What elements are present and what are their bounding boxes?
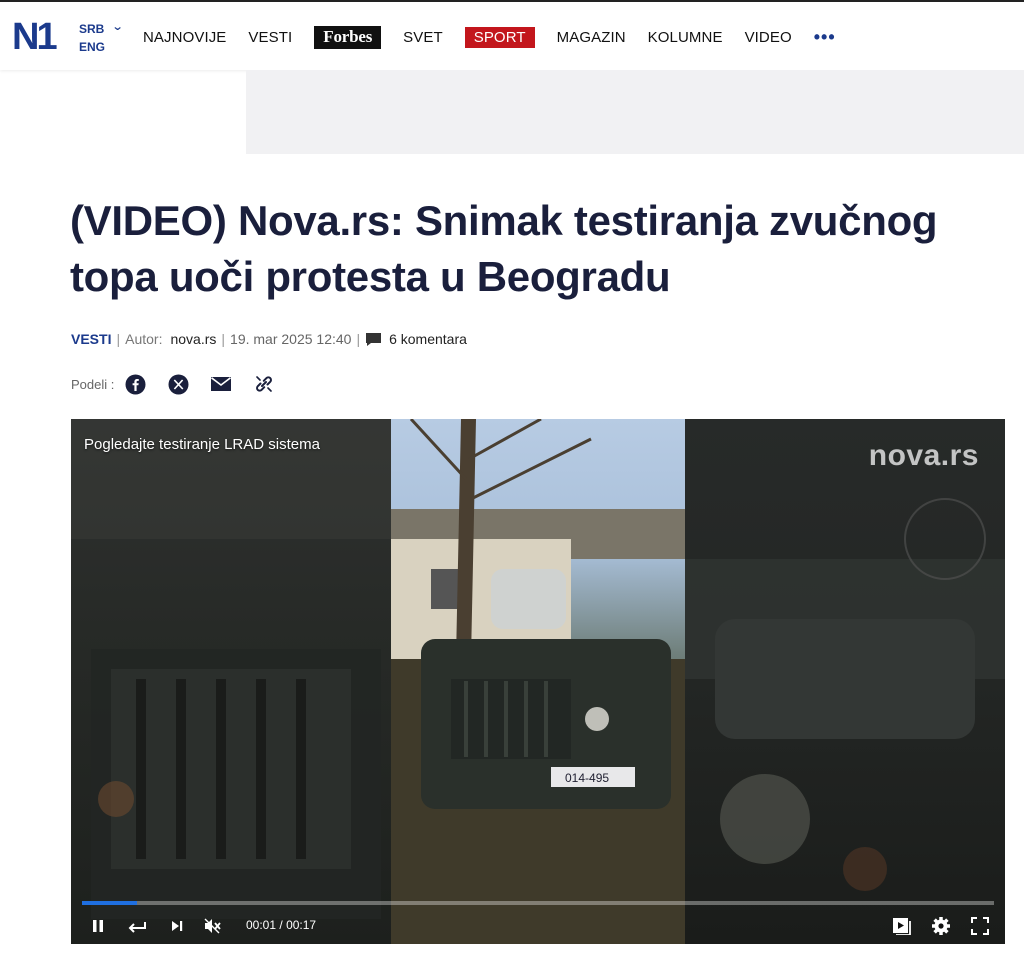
video-controls: 00:01 / 00:17 <box>71 909 1005 944</box>
copy-link-icon[interactable] <box>253 373 275 395</box>
comment-icon[interactable] <box>365 332 382 347</box>
video-caption: Pogledajte testiranje LRAD sistema <box>84 436 320 453</box>
rewind-icon[interactable] <box>126 915 148 937</box>
chevron-down-icon[interactable]: ⌄ <box>112 18 124 36</box>
video-progress-bar[interactable] <box>82 901 994 905</box>
settings-gear-icon[interactable] <box>930 915 952 937</box>
publish-date: 19. mar 2025 12:40 <box>230 331 352 347</box>
nav-video[interactable]: VIDEO <box>745 29 792 46</box>
category-link[interactable]: VESTI <box>71 330 111 348</box>
fullscreen-icon[interactable] <box>969 915 991 937</box>
n1-logo[interactable]: N1 <box>12 18 58 56</box>
x-twitter-icon[interactable] <box>167 373 189 395</box>
next-icon[interactable] <box>166 915 188 937</box>
video-frame-right <box>685 419 1005 944</box>
author-link[interactable]: nova.rs <box>170 330 216 348</box>
ad-placeholder <box>246 70 1024 154</box>
nav-svet[interactable]: SVET <box>403 29 443 46</box>
current-time: 00:01 <box>246 918 277 932</box>
duration: 00:17 <box>286 918 317 932</box>
nav-forbes[interactable]: Forbes <box>314 26 382 49</box>
video-frame-center: 014-495 <box>391 419 685 944</box>
more-menu-icon[interactable]: ••• <box>814 27 836 48</box>
email-icon[interactable] <box>210 373 232 395</box>
nav-kolumne[interactable]: KOLUMNE <box>648 29 723 46</box>
author-label: Autor: <box>125 331 163 347</box>
site-header: N1 SRB ENG ⌄ NAJNOVIJE VESTI Forbes SVET… <box>0 0 1024 70</box>
video-progress-fill <box>82 901 137 905</box>
military-vehicle-image: 014-495 <box>391 419 685 944</box>
share-bar: Podeli : <box>71 373 296 395</box>
meta-divider: | <box>116 331 121 347</box>
video-time: 00:01 / 00:17 <box>246 918 316 932</box>
nav-vesti[interactable]: VESTI <box>248 29 292 46</box>
lang-eng[interactable]: ENG <box>79 38 105 56</box>
lang-srb[interactable]: SRB <box>79 20 105 38</box>
comments-link[interactable]: 6 komentara <box>389 330 467 348</box>
facebook-icon[interactable] <box>124 373 146 395</box>
license-plate: 014-495 <box>565 771 609 785</box>
mute-icon[interactable] <box>202 915 224 937</box>
playlist-icon[interactable] <box>891 915 913 937</box>
time-separator: / <box>279 918 283 932</box>
main-nav: NAJNOVIJE VESTI Forbes SVET SPORT MAGAZI… <box>143 26 858 49</box>
article-title: (VIDEO) Nova.rs: Snimak testiranja zvučn… <box>70 197 938 300</box>
video-frame-left <box>71 419 391 944</box>
nova-rs-watermark: nova.rs <box>868 439 979 472</box>
meta-divider: | <box>221 331 226 347</box>
article-meta: VESTI | Autor: nova.rs | 19. mar 2025 12… <box>71 330 467 348</box>
blurred-vehicle-closeup <box>685 498 1005 891</box>
share-label: Podeli : <box>71 376 115 392</box>
language-switcher[interactable]: SRB ENG ⌄ <box>79 20 124 56</box>
pause-icon[interactable] <box>87 915 109 937</box>
nav-magazin[interactable]: MAGAZIN <box>557 29 626 46</box>
video-player[interactable]: 014-495 Pogledajte testiranje LRAD siste… <box>71 419 1005 944</box>
blurred-vehicle-image <box>71 419 391 919</box>
nav-najnovije[interactable]: NAJNOVIJE <box>143 29 226 46</box>
nav-sport[interactable]: SPORT <box>464 27 535 48</box>
meta-divider: | <box>356 331 361 347</box>
